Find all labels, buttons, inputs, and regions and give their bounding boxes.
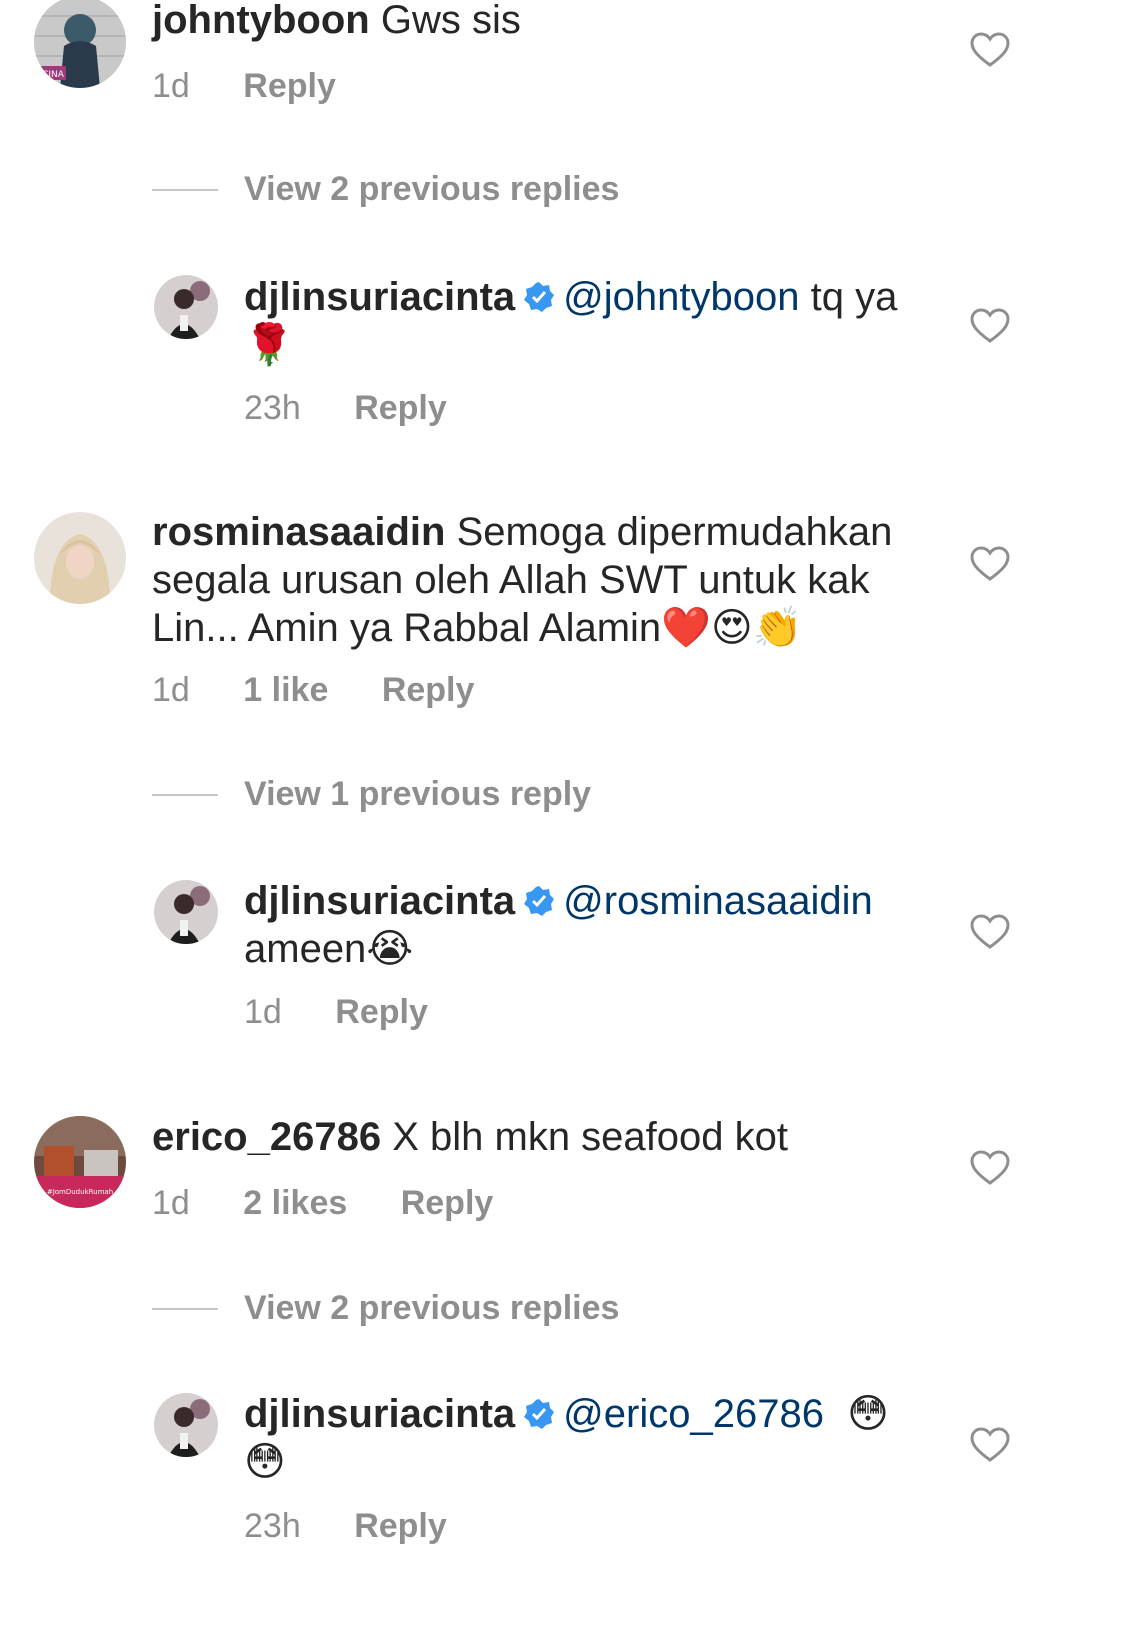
like-button[interactable] — [970, 1427, 1010, 1468]
comment-meta: 1d Reply — [152, 66, 336, 106]
like-button[interactable] — [970, 914, 1010, 955]
verified-badge-icon — [524, 886, 555, 916]
comment-likes[interactable]: 1 like — [243, 671, 328, 709]
comment-text-line3: Lin... Amin ya Rabbal Alamin — [152, 606, 662, 650]
avatar-djlinsuriacinta[interactable] — [154, 275, 218, 339]
comment-emoji: ❤️😍👏 — [661, 605, 803, 651]
heart-icon — [970, 914, 1010, 949]
reply-button[interactable]: Reply — [335, 993, 428, 1031]
reply-meta: 23h Reply — [244, 1506, 447, 1546]
reply-button[interactable]: Reply — [382, 671, 475, 709]
view-replies-line — [152, 794, 218, 796]
flushed-emoji: 😳 — [244, 1439, 286, 1485]
view-previous-replies[interactable]: View 2 previous replies — [244, 1289, 619, 1328]
heart-icon — [970, 1427, 1010, 1462]
reply-text: tq ya — [810, 275, 898, 319]
reply-mention[interactable]: @johntyboon — [563, 275, 799, 319]
comment-time: 1d — [152, 67, 190, 105]
reply-time: 1d — [244, 993, 282, 1031]
reply-username[interactable]: djlinsuriacinta — [244, 879, 515, 923]
comment-meta: 1d 2 likes Reply — [152, 1183, 493, 1223]
view-replies-line — [152, 189, 218, 191]
heart-icon — [970, 1150, 1010, 1185]
comment-text-line2: segala urusan oleh Allah SWT untuk kak — [152, 558, 870, 602]
view-replies-line — [152, 1308, 218, 1310]
like-button[interactable] — [970, 546, 1010, 587]
reply-mention[interactable]: @rosminasaaidin — [563, 879, 873, 923]
comment-text-line1: Semoga dipermudahkan — [456, 510, 893, 554]
verified-badge-icon — [524, 1399, 555, 1429]
like-button[interactable] — [970, 32, 1010, 73]
comment-time: 1d — [152, 1184, 190, 1222]
avatar-erico_26786[interactable]: #JomDudukRumah — [34, 1116, 126, 1208]
rose-emoji: 🌹 — [244, 322, 294, 368]
heart-icon — [970, 32, 1010, 67]
heart-icon — [970, 308, 1010, 343]
comment-text: X blh mkn seafood kot — [392, 1115, 788, 1159]
avatar-label: CINA — [42, 70, 65, 80]
reply-mention[interactable]: @erico_26786 — [563, 1392, 824, 1436]
reply-button[interactable]: Reply — [243, 67, 336, 105]
reply-text: ameen — [244, 927, 367, 971]
comment-username[interactable]: rosminasaaidin — [152, 510, 445, 554]
heart-icon — [970, 546, 1010, 581]
comment-username[interactable]: erico_26786 — [152, 1115, 381, 1159]
reply-time: 23h — [244, 389, 301, 427]
comment-time: 1d — [152, 671, 190, 709]
comment-text: Gws sis — [380, 0, 521, 42]
like-button[interactable] — [970, 308, 1010, 349]
avatar-johntyboon[interactable]: CINA — [34, 0, 126, 88]
avatar-rosminasaaidin[interactable] — [34, 512, 126, 604]
reply-username[interactable]: djlinsuriacinta — [244, 275, 515, 319]
comment-meta: 1d 1 like Reply — [152, 670, 474, 710]
crying-emoji: 😭 — [366, 926, 414, 972]
like-button[interactable] — [970, 1150, 1010, 1191]
avatar-label: #JomDudukRumah — [47, 1188, 113, 1196]
avatar-djlinsuriacinta[interactable] — [154, 880, 218, 944]
view-previous-replies[interactable]: View 2 previous replies — [244, 170, 619, 209]
reply-body: djlinsuriacinta @johntyboon tq ya 🌹 — [244, 273, 944, 369]
reply-body: djlinsuriacinta @erico_26786 😳 😳 — [244, 1390, 944, 1486]
reply-body: djlinsuriacinta @rosminasaaidin ameen😭 — [244, 877, 944, 973]
verified-badge-icon — [524, 282, 555, 312]
comment-body: rosminasaaidin Semoga dipermudahkan sega… — [152, 508, 952, 652]
reply-username[interactable]: djlinsuriacinta — [244, 1392, 515, 1436]
comment-likes[interactable]: 2 likes — [243, 1184, 347, 1222]
comment-body: johntyboon Gws sis — [152, 0, 932, 44]
reply-button[interactable]: Reply — [354, 1507, 447, 1545]
comment-username[interactable]: johntyboon — [152, 0, 370, 42]
reply-button[interactable]: Reply — [401, 1184, 494, 1222]
reply-time: 23h — [244, 1507, 301, 1545]
comment-body: erico_26786 X blh mkn seafood kot — [152, 1113, 932, 1161]
view-previous-replies[interactable]: View 1 previous reply — [244, 775, 591, 814]
avatar-djlinsuriacinta[interactable] — [154, 1393, 218, 1457]
reply-button[interactable]: Reply — [354, 389, 447, 427]
flushed-emoji: 😳 — [847, 1391, 889, 1437]
reply-meta: 23h Reply — [244, 388, 447, 428]
reply-meta: 1d Reply — [244, 992, 428, 1032]
